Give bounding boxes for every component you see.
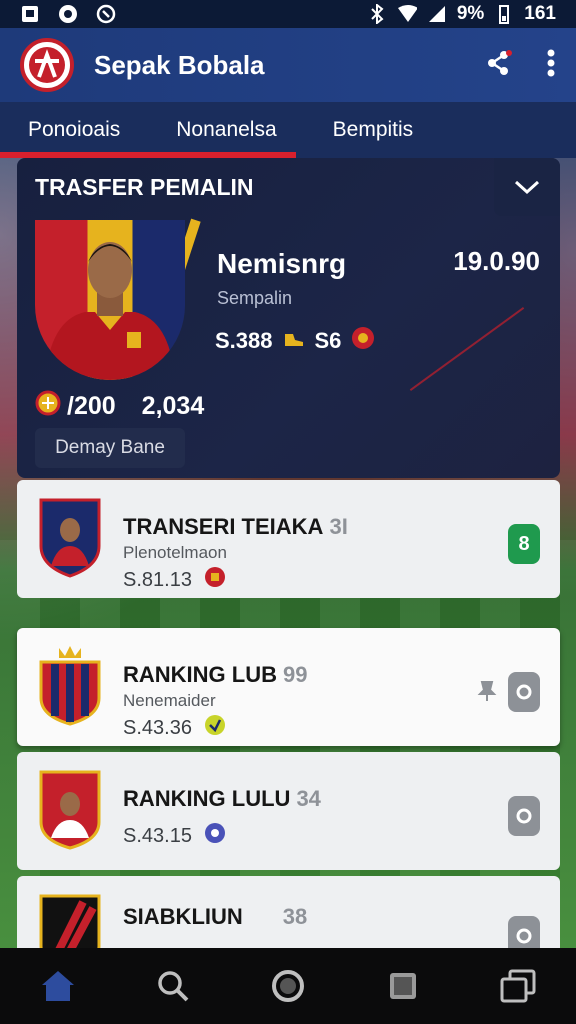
signal-icon	[427, 4, 447, 24]
search-icon[interactable]	[153, 966, 193, 1006]
chevron-down-icon	[514, 180, 540, 195]
decorative-line	[409, 307, 525, 391]
big-stats: /200 2,034	[35, 390, 204, 423]
recents-icon[interactable]	[498, 966, 538, 1006]
card-meta: S.81.13	[123, 566, 226, 594]
card-title: RANKING LULU 34	[123, 786, 321, 811]
battery-icon	[494, 4, 514, 24]
club-crest-icon	[39, 498, 101, 578]
player-role: Sempalin	[217, 288, 293, 308]
club-crest-icon	[39, 770, 101, 850]
stat-b: S6	[314, 328, 342, 353]
bottom-navigation	[0, 948, 576, 1024]
square-icon[interactable]	[383, 966, 423, 1006]
status-badge[interactable]	[508, 796, 540, 836]
card-title: RANKING LUB 99	[123, 662, 308, 687]
stat-a: S.388	[215, 328, 273, 353]
app-title: Sepak Bobala	[94, 49, 265, 80]
ball-icon	[35, 390, 61, 423]
circle-icon[interactable]	[268, 966, 308, 1006]
player-photo	[35, 220, 185, 380]
status-badge[interactable]: 8	[508, 524, 540, 564]
list-item[interactable]: TRANSERI TEIAKA 3I Plenotelmaon S.81.13 8	[17, 480, 560, 598]
gallery-icon	[20, 4, 40, 24]
club-badge-icon	[204, 566, 226, 594]
bluetooth-icon	[367, 4, 387, 24]
details-button[interactable]: Demay Bane	[35, 428, 185, 468]
share-icon[interactable]	[484, 47, 516, 84]
wifi-icon	[397, 4, 417, 24]
tab-bar: Ponoioais Nonanelsa Bempitis	[0, 102, 576, 158]
home-icon[interactable]	[38, 966, 78, 1006]
shoe-icon	[283, 328, 305, 354]
card-meta: S.43.15	[123, 822, 226, 850]
status-bar: 9% 161	[0, 0, 576, 28]
feature-title: TRASFER PEMALIN	[35, 174, 254, 200]
app-logo[interactable]	[20, 38, 74, 92]
player-name: Nemisnrg	[217, 248, 347, 279]
player-stats: S.388 S6	[215, 326, 375, 356]
club-badge-icon	[204, 714, 226, 742]
whatsapp-icon	[96, 4, 116, 24]
card-title: SIABKLIUN 38	[123, 904, 308, 929]
battery-text: 9%	[456, 3, 485, 24]
player-fee: 19.0.90	[453, 246, 540, 276]
card-subtitle: Nenemaider	[123, 691, 216, 710]
tab-0[interactable]: Ponoioais	[0, 102, 148, 158]
transfer-feature-card[interactable]: TRASFER PEMALIN Nemisnrg 19.0.90 Sempali…	[17, 158, 560, 478]
record-icon	[58, 4, 78, 24]
pin-icon[interactable]	[476, 680, 498, 702]
big-stat-b: 2,034	[141, 392, 205, 420]
big-stat-a: /200	[67, 392, 116, 420]
club-badge-icon	[204, 822, 226, 850]
collapse-button[interactable]	[494, 158, 560, 216]
card-subtitle: Plenotelmaon	[123, 543, 227, 562]
list-item[interactable]: RANKING LUB 99 Nenemaider S.43.36	[17, 628, 560, 746]
tab-1[interactable]: Nonanelsa	[148, 102, 304, 158]
more-options-icon[interactable]	[546, 48, 556, 83]
app-bar: Sepak Bobala	[0, 28, 576, 102]
card-title: TRANSERI TEIAKA 3I	[123, 514, 348, 539]
clock: 161	[524, 3, 556, 24]
tab-2[interactable]: Bempitis	[305, 102, 442, 158]
status-badge[interactable]	[508, 672, 540, 712]
club-crest-icon	[39, 646, 101, 726]
club-badge-icon	[351, 326, 375, 356]
list-item[interactable]: RANKING LULU 34 S.43.15	[17, 752, 560, 870]
card-meta: S.43.36	[123, 714, 226, 742]
